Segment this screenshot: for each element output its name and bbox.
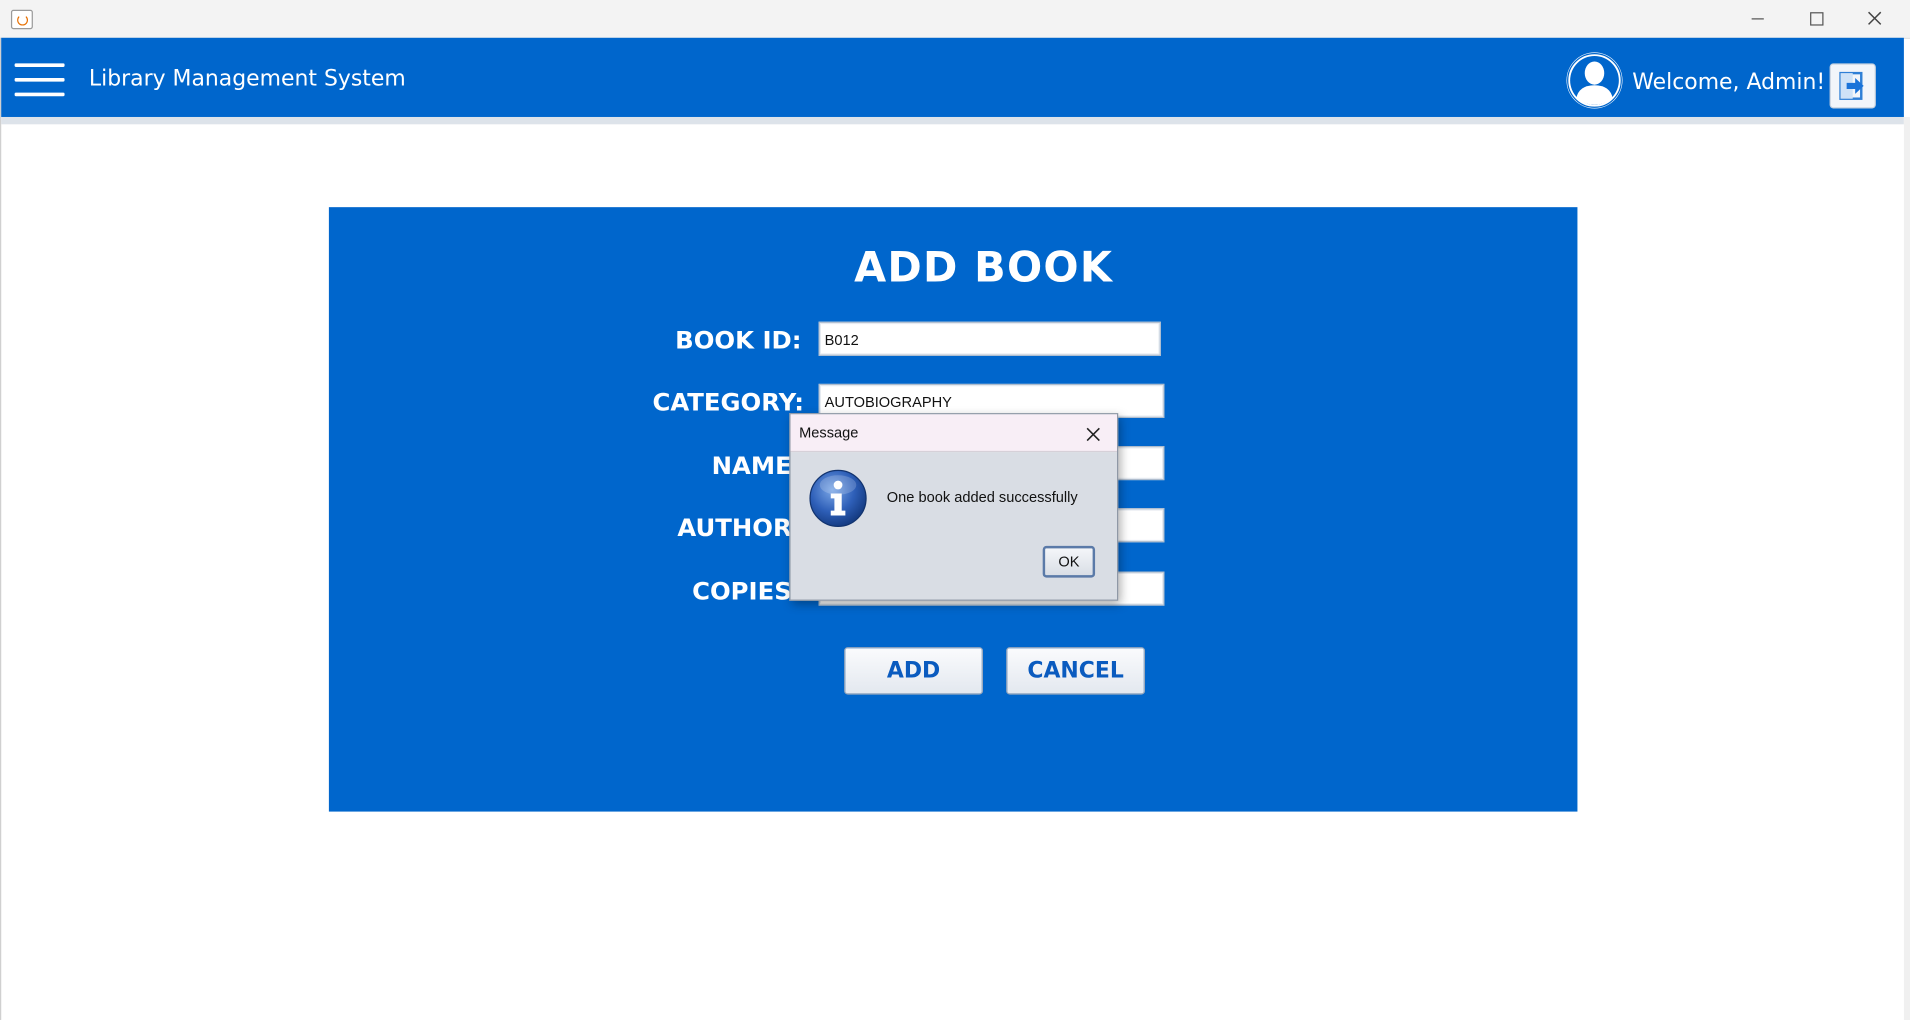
java-app-icon xyxy=(10,9,33,30)
ok-button[interactable]: OK xyxy=(1042,545,1096,578)
user-avatar-icon xyxy=(1566,52,1623,109)
window-titlebar xyxy=(0,0,1910,39)
page-title: ADD BOOK xyxy=(854,243,1114,293)
dialog-message: One book added successfully xyxy=(886,488,1078,506)
hamburger-menu-icon[interactable] xyxy=(14,63,65,100)
header-divider xyxy=(1,116,1904,125)
book-id-input[interactable]: B012 xyxy=(818,321,1161,356)
name-label: NAME: xyxy=(711,450,802,481)
dialog-title: Message xyxy=(799,424,859,442)
close-icon[interactable] xyxy=(1847,0,1903,38)
info-icon xyxy=(808,469,869,535)
logout-button[interactable] xyxy=(1829,63,1876,109)
add-button[interactable]: ADD xyxy=(844,647,984,695)
copies-label: COPIES: xyxy=(692,576,802,606)
dialog-close-icon[interactable] xyxy=(1085,424,1101,447)
logout-icon xyxy=(1839,71,1864,100)
window-border xyxy=(0,37,2,1020)
author-label: AUTHOR: xyxy=(677,513,802,543)
welcome-text: Welcome, Admin! xyxy=(1632,69,1826,96)
minimize-icon[interactable] xyxy=(1730,0,1786,38)
category-label: CATEGORY: xyxy=(652,387,804,417)
app-header: Library Management System Welcome, Admin… xyxy=(1,37,1904,117)
maximize-icon[interactable] xyxy=(1788,0,1844,38)
dialog-titlebar: Message xyxy=(790,414,1117,453)
app-title: Library Management System xyxy=(88,65,406,92)
cancel-button[interactable]: CANCEL xyxy=(1006,647,1146,695)
message-dialog: Message One book added successfully OK xyxy=(789,413,1119,601)
book-id-label: BOOK ID: xyxy=(675,325,802,355)
scroll-edge xyxy=(1903,116,1910,1020)
